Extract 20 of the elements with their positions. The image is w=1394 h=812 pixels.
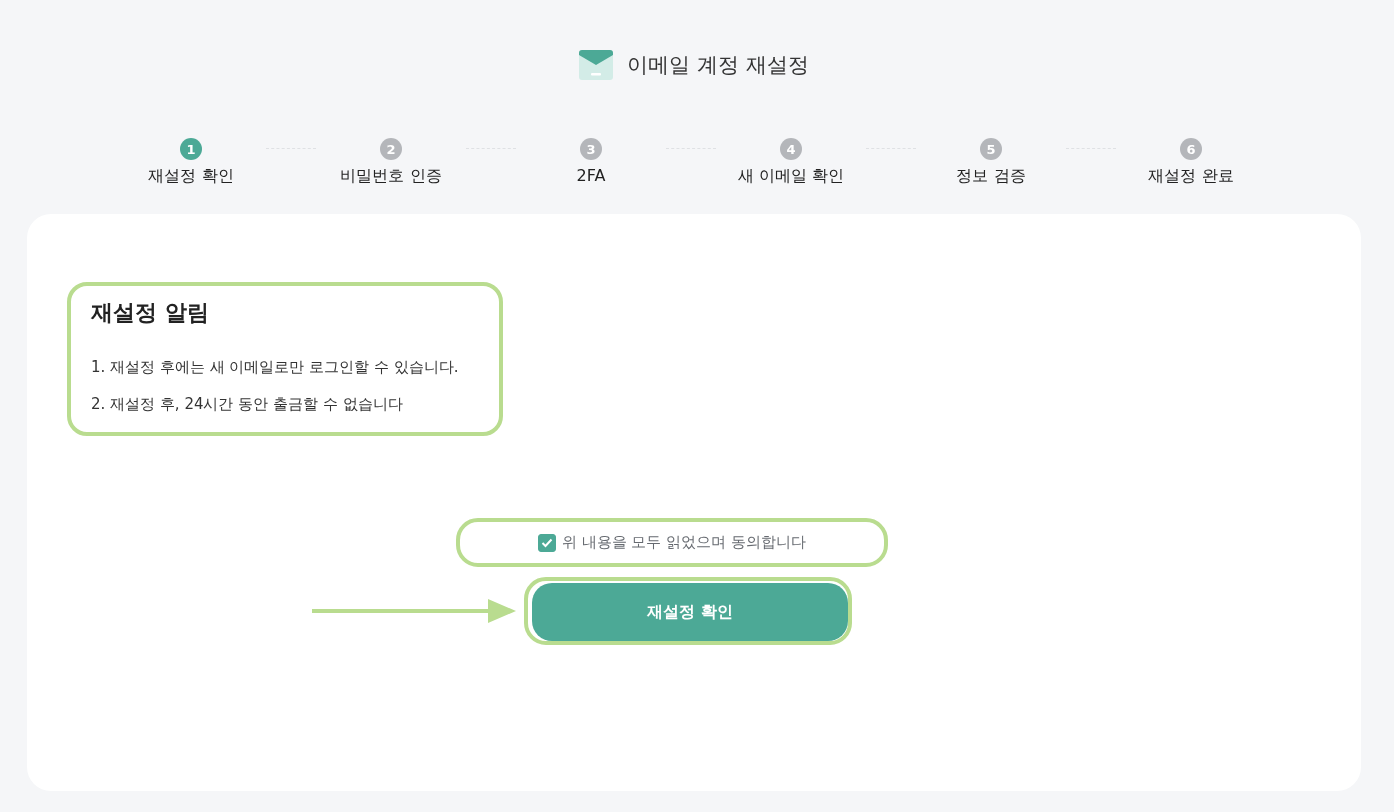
notice-text: 2. 재설정 후, 24시간 동안 출금할 수 없습니다 (91, 395, 404, 414)
step-label: 새 이메일 확인 (737, 166, 845, 187)
notice-text: 1. 재설정 후에는 새 이메일로만 로그인할 수 있습니다. (91, 358, 460, 377)
step-label: 재설정 확인 (148, 166, 234, 187)
step-number: 1 (180, 138, 202, 160)
check-icon (540, 537, 553, 548)
arrow-icon (312, 598, 516, 624)
step-number: 2 (380, 138, 402, 160)
step-label: 2FA (576, 166, 606, 185)
agreement-checkbox[interactable]: 위 내용을 모두 읽었으며 동의합니다 (537, 533, 807, 552)
step-label: 정보 검증 (956, 166, 1026, 187)
step-number: 6 (1180, 138, 1202, 160)
page-title: 이메일 계정 재설정 (627, 52, 809, 79)
envelope-icon (579, 50, 614, 80)
step-number: 5 (980, 138, 1002, 160)
step-number: 4 (780, 138, 802, 160)
step-label: 비밀번호 인증 (340, 166, 442, 187)
step-number: 3 (580, 138, 602, 160)
step-label: 재설정 완료 (1148, 166, 1234, 187)
notice-title: 재설정 알림 (91, 299, 210, 327)
